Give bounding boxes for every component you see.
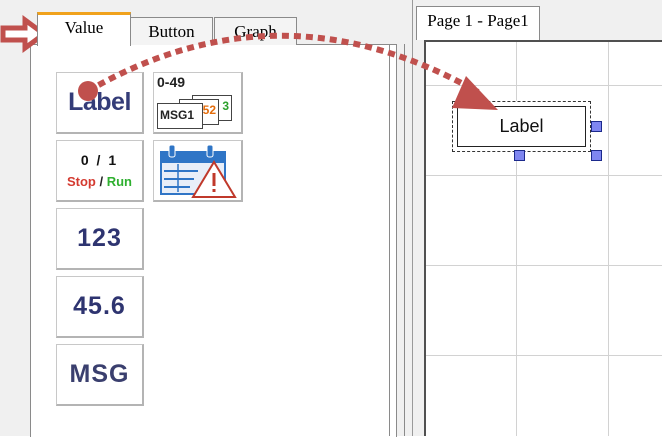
drag-path-arrow [78,32,498,110]
tab-value[interactable]: Value [37,12,131,46]
annotation-overlay [0,15,498,110]
